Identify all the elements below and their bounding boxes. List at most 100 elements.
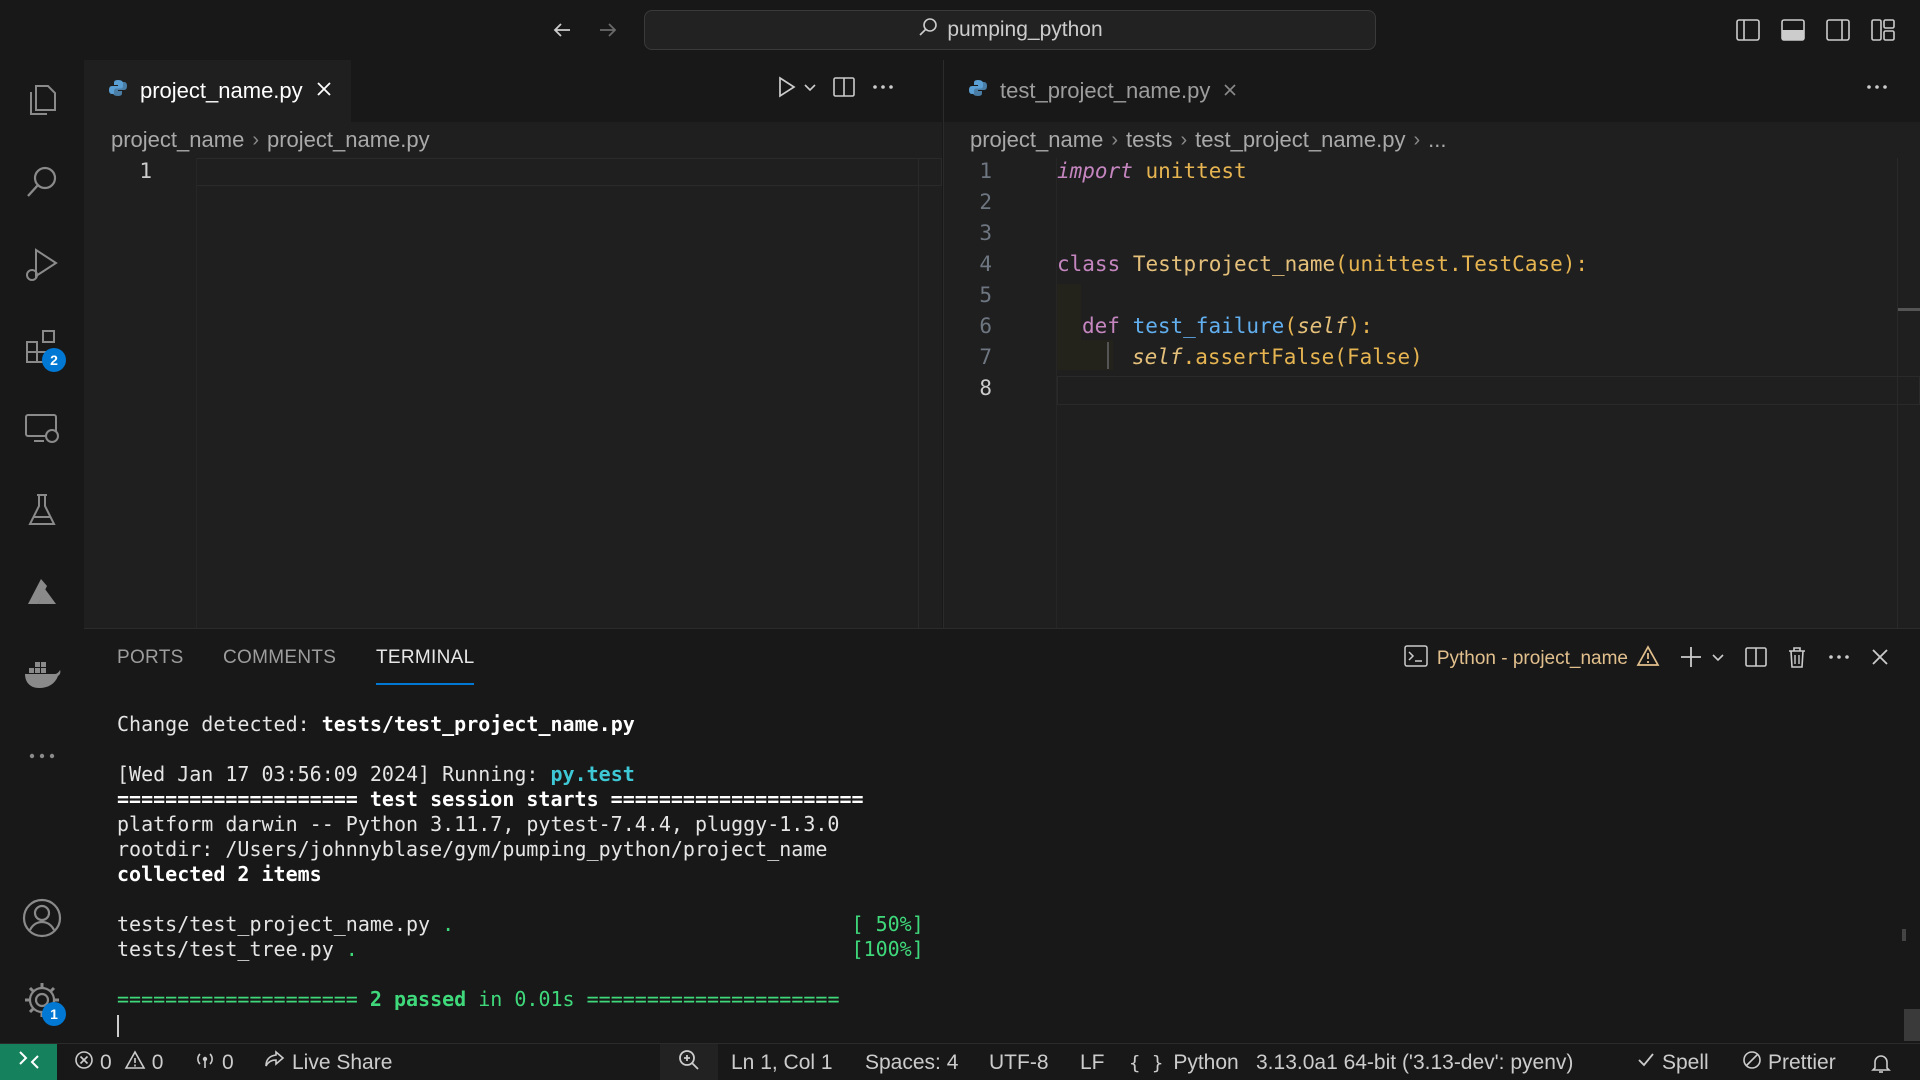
encoding[interactable]: UTF-8 (989, 1044, 1049, 1080)
code-token: .assertFalse(False) (1182, 345, 1423, 369)
tab-project-name-py[interactable]: project_name.py (84, 60, 351, 122)
remote-explorer-icon[interactable] (12, 398, 72, 458)
breadcrumb-item[interactable]: project_name (111, 127, 244, 153)
code-line: 5 (944, 280, 1920, 311)
terminal-text: [100%] (851, 937, 924, 961)
code-line: 1 import unittest (944, 156, 1920, 187)
indent-guide (1057, 284, 1081, 340)
testing-icon[interactable] (12, 480, 72, 540)
accounts-icon[interactable] (12, 888, 72, 948)
terminal-output[interactable]: Change detected: tests/test_project_name… (117, 712, 924, 1037)
line-number: 6 (979, 314, 992, 338)
end-of-line[interactable]: LF (1080, 1044, 1105, 1080)
docker-icon[interactable] (12, 644, 72, 704)
line-number: 1 (139, 159, 152, 183)
toggle-panel-icon[interactable] (1777, 14, 1809, 46)
code-editor[interactable]: 1 import unittest 2 3 4 class Testprojec… (944, 158, 1920, 628)
editor-group-left: project_name.py project_name › project_n… (84, 60, 942, 628)
terminal-text: ==================== (117, 987, 370, 1011)
close-panel-icon[interactable] (1870, 647, 1890, 672)
terminal-scrollbar[interactable] (1904, 1009, 1920, 1041)
live-share-button[interactable]: Live Share (262, 1044, 392, 1080)
terminal-text: [Wed Jan 17 03:56:09 2024] Running: (117, 762, 551, 786)
terminal-text: [ 50%] (851, 912, 924, 936)
more-icon[interactable] (12, 726, 72, 786)
editor-actions (1864, 75, 1890, 104)
prettier-label: Prettier (1768, 1050, 1836, 1074)
forward-arrow-icon[interactable] (592, 14, 624, 46)
panel-tab-comments[interactable]: COMMENTS (223, 647, 336, 685)
explorer-icon[interactable] (12, 70, 72, 130)
more-actions-icon[interactable] (1826, 645, 1852, 674)
live-share-label: Live Share (292, 1050, 393, 1074)
zoom-button[interactable] (660, 1044, 718, 1080)
code-token: class (1057, 252, 1121, 276)
split-editor-icon[interactable] (832, 75, 856, 104)
toggle-primary-sidebar-icon[interactable] (1732, 14, 1764, 46)
tab-label: test_project_name.py (1000, 78, 1211, 103)
run-python-file-icon[interactable] (774, 75, 798, 104)
problems-indicator[interactable]: 0 0 (74, 1044, 163, 1080)
indent-guide (1057, 340, 1113, 370)
check-icon (1636, 1050, 1656, 1076)
azure-icon[interactable] (12, 562, 72, 622)
terminal-text: tests/test_project_name.py (117, 912, 443, 936)
minimap-divider (1897, 158, 1898, 628)
breadcrumb-item[interactable]: project_name.py (267, 127, 430, 153)
more-actions-icon[interactable] (1864, 75, 1890, 104)
terminal-text: . (442, 912, 455, 936)
remote-indicator[interactable] (0, 1044, 57, 1080)
customize-layout-icon[interactable] (1867, 14, 1899, 46)
prettier-indicator[interactable]: Prettier (1742, 1044, 1836, 1080)
new-terminal-icon[interactable] (1678, 644, 1704, 675)
terminal-line: platform darwin -- Python 3.11.7, pytest… (117, 812, 840, 836)
notifications-bell-icon[interactable] (1870, 1044, 1892, 1080)
cursor-position[interactable]: Ln 1, Col 1 (731, 1044, 833, 1080)
more-actions-icon[interactable] (870, 75, 896, 104)
python-file-icon (108, 78, 128, 104)
terminal-text: Change detected: (117, 712, 322, 736)
terminal-text: 2 passed (369, 987, 467, 1011)
command-center-search[interactable]: pumping_python (644, 10, 1376, 50)
close-tab-icon[interactable] (1222, 78, 1238, 104)
breadcrumb-item[interactable]: ... (1428, 127, 1446, 153)
spell-checker[interactable]: Spell (1636, 1044, 1709, 1080)
editor-group-right: test_project_name.py project_name › test… (943, 60, 1920, 628)
terminal-line: tests/test_tree.py . [100%] (117, 937, 924, 961)
toggle-secondary-sidebar-icon[interactable] (1822, 14, 1854, 46)
terminal-text: py.test (550, 762, 635, 786)
close-tab-icon[interactable] (315, 78, 333, 104)
ports-indicator[interactable]: 0 (194, 1044, 234, 1080)
chevron-right-icon: › (252, 128, 259, 151)
python-interpreter[interactable]: 3.13.0a1 64-bit ('3.13-dev': pyenv) (1256, 1044, 1573, 1080)
panel-tab-terminal[interactable]: TERMINAL (376, 647, 475, 685)
search-icon[interactable] (12, 152, 72, 212)
chevron-down-icon[interactable] (802, 79, 818, 100)
split-terminal-icon[interactable] (1744, 645, 1768, 674)
code-line: 3 (944, 218, 1920, 249)
breadcrumb-item[interactable]: tests (1126, 127, 1172, 153)
breadcrumb-item[interactable]: test_project_name.py (1195, 127, 1405, 153)
gutter-divider (1056, 158, 1057, 628)
breadcrumb-item[interactable]: project_name (970, 127, 1103, 153)
trash-icon[interactable] (1786, 645, 1808, 674)
terminal-instance[interactable]: Python - project_name (1403, 644, 1660, 674)
chevron-down-icon[interactable] (1710, 649, 1726, 670)
run-and-debug-icon[interactable] (12, 234, 72, 294)
zoom-icon (677, 1048, 701, 1078)
indentation[interactable]: Spaces: 4 (865, 1044, 958, 1080)
line-number: 1 (979, 159, 992, 183)
panel-tab-ports[interactable]: PORTS (117, 647, 184, 685)
code-editor[interactable]: 1 (84, 158, 942, 628)
bottom-panel: PORTS COMMENTS TERMINAL Python - project… (84, 628, 1920, 1043)
back-arrow-icon[interactable] (546, 14, 578, 46)
language-mode[interactable]: { } Python (1129, 1044, 1239, 1080)
tab-test-project-name-py[interactable]: test_project_name.py (944, 60, 1256, 122)
code-token: def (1082, 314, 1120, 338)
manage-gear-icon[interactable]: 1 (12, 970, 72, 1030)
settings-badge: 1 (42, 1002, 66, 1026)
search-icon (917, 16, 939, 44)
extensions-icon[interactable]: 2 (12, 316, 72, 376)
editor-actions (774, 75, 896, 104)
terminal-cursor (117, 1014, 119, 1037)
